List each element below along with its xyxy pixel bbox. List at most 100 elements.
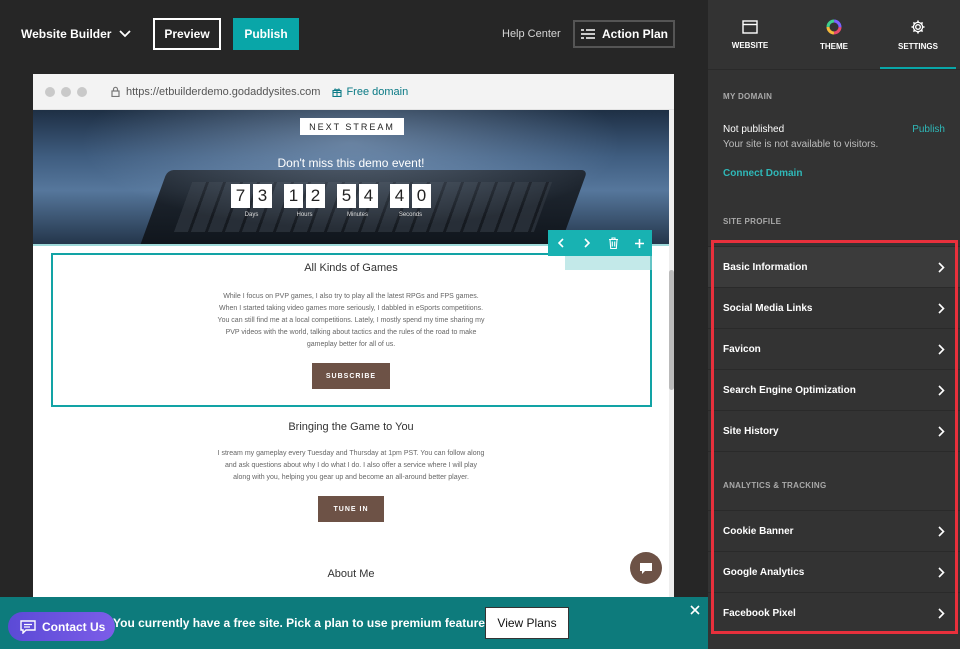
section-about-me: About Me — [33, 568, 669, 580]
trash-icon[interactable] — [606, 236, 620, 250]
hero-heading: Don't miss this demo event! — [277, 156, 425, 170]
banner-text: You currently have a free site. Pick a p… — [113, 616, 495, 630]
website-builder-menu[interactable]: Website Builder — [21, 27, 132, 41]
countdown-digit: 4 — [390, 184, 409, 208]
tab-website[interactable]: WEBSITE — [708, 0, 792, 69]
free-domain-label: Free domain — [346, 85, 409, 98]
menu-item-label: Facebook Pixel — [723, 607, 796, 619]
tab-settings[interactable]: SETTINGS — [876, 0, 960, 69]
chevron-down-icon — [119, 30, 132, 38]
countdown-digit: 2 — [306, 184, 325, 208]
menu-item-label: Favicon — [723, 343, 761, 355]
site-page: NEXT STREAM Don't miss this demo event! … — [33, 110, 669, 649]
menu-item-label: Google Analytics — [723, 566, 805, 578]
countdown-minutes: 5 4 Minutes — [337, 184, 378, 218]
countdown-label: Seconds — [398, 212, 423, 218]
plus-icon[interactable] — [632, 236, 646, 250]
chevron-right-icon — [938, 525, 945, 537]
chat-button[interactable] — [630, 552, 662, 584]
window-dot — [61, 86, 71, 97]
menu-item-facebook-pixel[interactable]: Facebook Pixel — [708, 592, 960, 633]
menu-item-google-analytics[interactable]: Google Analytics — [708, 551, 960, 592]
chat-icon — [640, 562, 652, 574]
section-title: All Kinds of Games — [304, 262, 398, 274]
section-title: Bringing the Game to You — [288, 421, 414, 433]
chevron-right-icon — [938, 607, 945, 619]
chat-icon — [20, 619, 36, 634]
tune-in-button[interactable]: TUNE IN — [318, 496, 384, 522]
chevron-right-icon — [938, 343, 945, 355]
countdown-digit: 0 — [412, 184, 431, 208]
menu-item-social-media-links[interactable]: Social Media Links — [708, 287, 960, 328]
menu-item-label: Search Engine Optimization — [723, 384, 856, 396]
connect-domain-link[interactable]: Connect Domain — [708, 168, 960, 179]
help-center-link[interactable]: Help Center — [502, 28, 561, 40]
domain-status-description: Your site is not available to visitors. — [723, 139, 879, 150]
chevron-right-icon — [938, 261, 945, 273]
tab-theme[interactable]: THEME — [792, 0, 876, 69]
next-stream-badge: NEXT STREAM — [300, 118, 404, 135]
chevron-right-icon[interactable] — [580, 236, 594, 250]
countdown-digit: 4 — [359, 184, 378, 208]
menu-item-seo[interactable]: Search Engine Optimization — [708, 369, 960, 410]
menu-item-label: Site History — [723, 425, 779, 437]
countdown-hours: 1 2 Hours — [284, 184, 325, 218]
countdown-digit: 7 — [231, 184, 250, 208]
countdown-timer: 7 3 Days 1 2 Hours 5 4 Minutes 4 0 Secon… — [231, 184, 431, 218]
menu-item-basic-information[interactable]: Basic Information — [708, 246, 960, 287]
publish-button[interactable]: Publish — [233, 18, 299, 50]
view-plans-button[interactable]: View Plans — [485, 607, 569, 639]
chevron-right-icon — [938, 425, 945, 437]
free-domain-link[interactable]: Free domain — [332, 86, 408, 98]
countdown-label: Hours — [296, 212, 313, 218]
browser-address-bar: https://etbuilderdemo.godaddysites.com F… — [33, 74, 674, 110]
section-games: All Kinds of Games While I focus on PVP … — [33, 262, 669, 389]
url-text: https://etbuilderdemo.godaddysites.com — [126, 85, 321, 98]
countdown-label: Minutes — [346, 212, 368, 218]
analytics-list: Cookie Banner Google Analytics Facebook … — [708, 510, 960, 633]
menu-item-label: Social Media Links — [723, 302, 813, 314]
menu-item-cookie-banner[interactable]: Cookie Banner — [708, 510, 960, 551]
settings-panel: WEBSITE THEME SETTINGS MY DOMAIN Not pub… — [708, 0, 960, 649]
website-icon — [742, 19, 758, 34]
action-plan-button[interactable]: Action Plan — [573, 20, 675, 48]
countdown-digit: 3 — [253, 184, 272, 208]
section-body: I stream my gameplay every Tuesday and T… — [217, 450, 485, 481]
preview-button[interactable]: Preview — [153, 18, 221, 50]
gear-icon — [911, 20, 925, 33]
action-plan-label: Action Plan — [601, 27, 668, 41]
top-bar: Website Builder Preview Publish Help Cen… — [0, 0, 708, 70]
tab-label: SETTINGS — [897, 41, 938, 51]
app-title: Website Builder — [21, 27, 112, 41]
my-domain-section: MY DOMAIN Not published Publish Your sit… — [708, 92, 960, 179]
subscribe-button[interactable]: SUBSCRIBE — [312, 363, 390, 389]
menu-item-favicon[interactable]: Favicon — [708, 328, 960, 369]
countdown-digit: 5 — [337, 184, 356, 208]
site-preview-frame: https://etbuilderdemo.godaddysites.com F… — [33, 74, 674, 649]
tab-label: WEBSITE — [731, 40, 769, 50]
window-dot — [77, 86, 87, 97]
countdown-seconds: 4 0 Seconds — [390, 184, 431, 218]
scroll-thumb[interactable] — [669, 270, 674, 390]
countdown-label: Days — [244, 212, 259, 218]
panel-publish-link[interactable]: Publish — [912, 124, 945, 135]
contact-us-label: Contact Us — [42, 619, 106, 634]
menu-item-label: Basic Information — [723, 261, 808, 273]
panel-tabs: WEBSITE THEME SETTINGS — [708, 0, 960, 70]
gift-icon — [332, 88, 343, 97]
chevron-right-icon — [938, 566, 945, 578]
domain-status-row: Not published Publish — [708, 124, 960, 135]
hero-section[interactable]: NEXT STREAM Don't miss this demo event! … — [33, 110, 669, 244]
chevron-left-icon[interactable] — [554, 236, 568, 250]
close-icon[interactable] — [688, 603, 702, 617]
preview-scrollbar[interactable] — [669, 110, 674, 649]
section-bringing-game: Bringing the Game to You I stream my gam… — [33, 421, 669, 522]
section-title: About Me — [327, 568, 375, 580]
contact-us-button[interactable]: Contact Us — [8, 612, 115, 641]
section-edit-toolbar — [548, 230, 652, 256]
countdown-days: 7 3 Days — [231, 184, 272, 218]
section-body: While I focus on PVP games, I also try t… — [217, 293, 485, 348]
menu-item-label: Cookie Banner — [723, 525, 794, 537]
menu-item-site-history[interactable]: Site History — [708, 410, 960, 451]
site-profile-list: Basic Information Social Media Links Fav… — [708, 246, 960, 451]
